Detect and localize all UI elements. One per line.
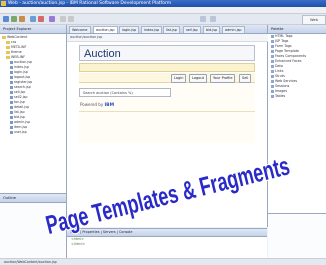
sell-button[interactable]: Sell bbox=[239, 74, 252, 83]
back-icon[interactable] bbox=[60, 16, 66, 22]
search-input[interactable]: Search auction (Contains %) bbox=[79, 88, 171, 97]
tab-bid[interactable]: bid.jsp bbox=[203, 26, 221, 33]
folder-icon bbox=[6, 40, 10, 44]
tab-auction[interactable]: auction.jsp bbox=[93, 26, 118, 33]
divider bbox=[79, 111, 255, 112]
ibm-logo: IBM bbox=[104, 103, 115, 108]
new-icon[interactable] bbox=[3, 16, 9, 22]
logout-button[interactable]: Logout bbox=[189, 74, 207, 83]
project-explorer-pane: Project Explorer WebContent css META-INF… bbox=[0, 25, 67, 265]
editor-path: auction/auction.jsp bbox=[67, 34, 270, 42]
main-toolbar: Web bbox=[0, 14, 326, 25]
project-tree: WebContent css META-INF theme WEB-INF au… bbox=[2, 35, 64, 175]
tree-item[interactable]: user.jsp bbox=[2, 130, 64, 135]
powered-by-label: Powered by bbox=[80, 102, 104, 107]
file-icon bbox=[10, 70, 13, 74]
folder-icon bbox=[6, 50, 10, 54]
file-icon bbox=[10, 90, 13, 94]
file-icon bbox=[10, 65, 13, 69]
tab-login[interactable]: login.jsp bbox=[119, 26, 140, 33]
file-icon bbox=[10, 120, 13, 124]
file-icon bbox=[10, 125, 13, 129]
drawer-icon bbox=[271, 49, 274, 53]
ide-window: Web - auction/auction.jsp - IBM Rational… bbox=[0, 0, 326, 265]
file-icon bbox=[10, 60, 13, 64]
tab-admin[interactable]: admin.jsp bbox=[222, 26, 245, 33]
file-icon bbox=[10, 80, 13, 84]
print-icon[interactable] bbox=[19, 16, 25, 22]
palette-tab[interactable]: Palette bbox=[268, 25, 326, 34]
login-button[interactable]: Login bbox=[171, 74, 187, 83]
project-explorer-tab[interactable]: Project Explorer bbox=[0, 25, 66, 34]
profile-button[interactable]: Your Profile bbox=[210, 74, 236, 83]
file-icon bbox=[10, 110, 13, 114]
file-icon bbox=[10, 115, 13, 119]
drawer-icon bbox=[271, 79, 274, 83]
run-icon[interactable] bbox=[30, 16, 36, 22]
template-band bbox=[79, 63, 255, 72]
tab-list[interactable]: list.jsp bbox=[163, 26, 180, 33]
drawer-icon bbox=[271, 54, 274, 58]
file-icon bbox=[10, 100, 13, 104]
console-line: </html> bbox=[71, 242, 86, 246]
tab-sell[interactable]: sell.jsp bbox=[183, 26, 201, 33]
editor-tabs: Welcome auction.jsp login.jsp index.jsp … bbox=[67, 25, 267, 34]
file-icon bbox=[10, 130, 13, 134]
tab-welcome[interactable]: Welcome bbox=[69, 26, 91, 33]
preview-icon[interactable] bbox=[210, 16, 216, 22]
file-icon bbox=[10, 105, 13, 109]
palette-list: HTML Tags JSP Tags Form Tags Page Templa… bbox=[268, 34, 326, 99]
drawer-icon bbox=[271, 34, 274, 38]
folder-icon bbox=[6, 45, 10, 49]
file-icon bbox=[10, 85, 13, 89]
palette-pane: Palette HTML Tags JSP Tags Form Tags Pag… bbox=[268, 25, 326, 265]
page-editor: Welcome auction.jsp login.jsp index.jsp … bbox=[67, 25, 270, 227]
search-icon[interactable] bbox=[49, 16, 55, 22]
bottom-tabs[interactable]: Tasks | Properties | Servers | Console bbox=[67, 229, 267, 237]
outline-pane: Outline bbox=[0, 193, 66, 265]
tab-index[interactable]: index.jsp bbox=[141, 26, 163, 33]
save-icon[interactable] bbox=[11, 16, 17, 22]
nav-row: Login Logout Your Profile Sell bbox=[79, 73, 255, 83]
menu-bar: File Edit Navigate Search Project Run Pa… bbox=[0, 7, 326, 23]
drawer-icon bbox=[271, 89, 274, 93]
app-icon bbox=[1, 1, 6, 6]
file-icon bbox=[10, 75, 13, 79]
debug-icon[interactable] bbox=[38, 16, 44, 22]
zoom-icon[interactable] bbox=[200, 16, 206, 22]
file-icon bbox=[10, 95, 13, 99]
drawer-icon bbox=[271, 44, 274, 48]
status-bar: auction/WebContent/auction.jsp bbox=[0, 258, 326, 265]
drawer-icon bbox=[271, 39, 274, 43]
drawer-icon bbox=[271, 59, 274, 63]
perspective-switcher[interactable]: Web bbox=[302, 15, 326, 25]
page-heading[interactable]: Auction bbox=[79, 45, 255, 61]
forward-icon[interactable] bbox=[68, 16, 74, 22]
drawer-icon bbox=[271, 69, 274, 73]
folder-icon bbox=[6, 55, 10, 59]
window-title: Web - auction/auction.jsp - IBM Rational… bbox=[8, 1, 172, 6]
title-bar: Web - auction/auction.jsp - IBM Rational… bbox=[0, 0, 326, 7]
drawer-icon bbox=[271, 64, 274, 68]
drawer-icon bbox=[271, 84, 274, 88]
outline-tab[interactable]: Outline bbox=[0, 194, 66, 203]
folder-icon bbox=[2, 35, 6, 39]
drawer-icon bbox=[271, 94, 274, 98]
palette-item[interactable]: Tables bbox=[268, 94, 326, 99]
powered-by: Powered by IBM bbox=[80, 102, 114, 108]
drawer-icon bbox=[271, 74, 274, 78]
